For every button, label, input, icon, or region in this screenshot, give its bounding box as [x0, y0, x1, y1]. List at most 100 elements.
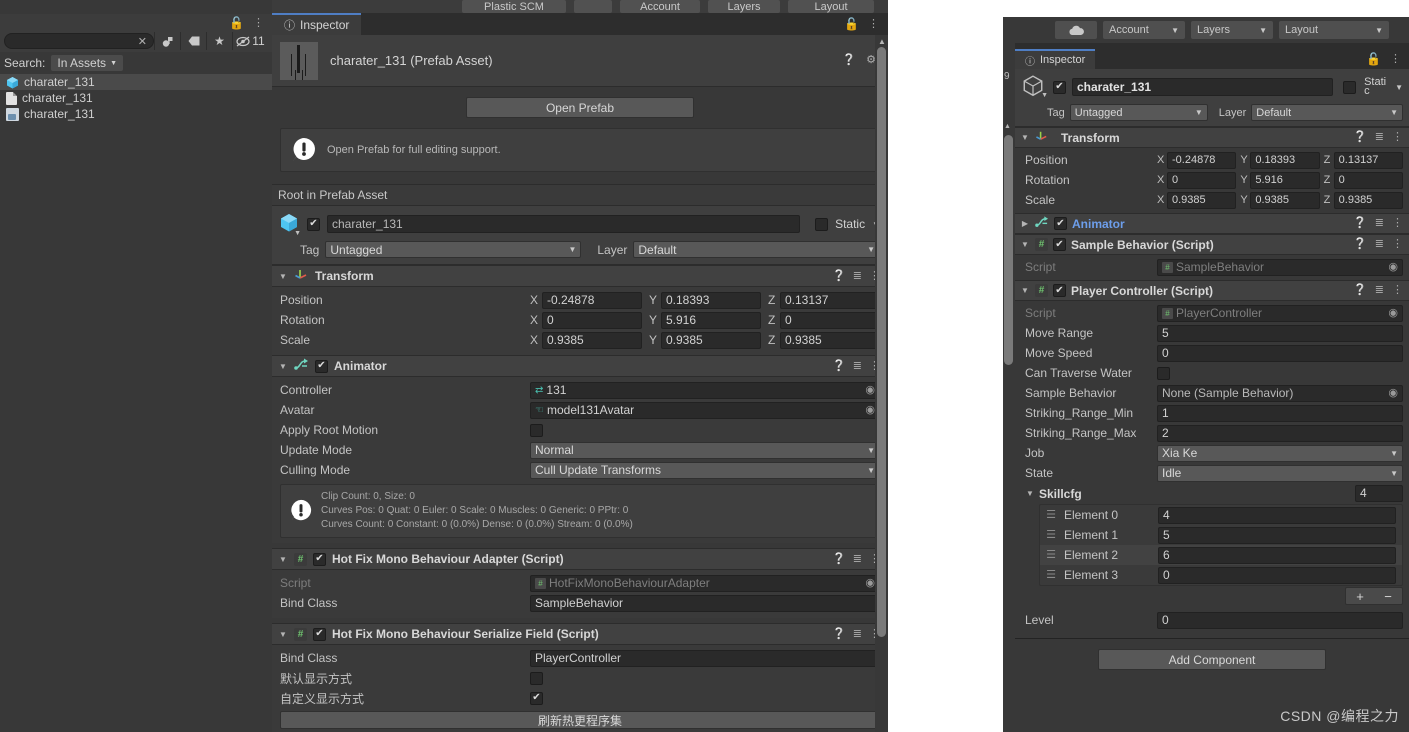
scroll-up-arrow-icon[interactable]: ▲	[1004, 123, 1014, 131]
add-component-button[interactable]: Add Component	[1098, 649, 1326, 670]
kebab-menu-icon[interactable]: ⋮	[868, 18, 879, 30]
bind-class-input[interactable]: PlayerController	[530, 649, 880, 667]
position-y-input[interactable]: 0.18393	[1250, 151, 1320, 169]
layer-dropdown[interactable]: Default ▼	[633, 241, 880, 258]
gameobject-name-input[interactable]: charater_131	[1072, 78, 1334, 96]
foldout-arrow-icon[interactable]: ▶	[1020, 219, 1030, 228]
hidden-eye-icon[interactable]: 11	[232, 32, 268, 50]
array-element-input[interactable]: 0	[1158, 566, 1396, 584]
preset-icon[interactable]: ≣	[1375, 285, 1384, 296]
layout-dropdown[interactable]: Layout ▼	[1279, 21, 1389, 39]
component-enabled-checkbox[interactable]	[315, 359, 328, 373]
component-enabled-checkbox[interactable]	[1053, 284, 1066, 297]
component-header-sample-behavior[interactable]: ▼ # Sample Behavior (Script) ❔ ≣ ⋮	[1015, 234, 1409, 255]
move-speed-input[interactable]: 0	[1157, 344, 1403, 362]
component-header-transform[interactable]: ▼ Transform ❔ ≣ ⋮	[1015, 127, 1409, 148]
component-enabled-checkbox[interactable]	[313, 552, 326, 566]
drag-handle-icon[interactable]: ☰	[1044, 569, 1058, 581]
static-checkbox[interactable]	[1343, 80, 1357, 94]
gameobject-name-input[interactable]: charater_131	[327, 215, 801, 233]
help-icon[interactable]: ❔	[1353, 285, 1367, 296]
drag-handle-icon[interactable]: ☰	[1044, 529, 1058, 541]
tab-inspector[interactable]: ⓘ Inspector	[1015, 49, 1096, 69]
rotation-z-input[interactable]: 0	[780, 311, 880, 329]
array-header-skillcfg[interactable]: ▼ Skillcfg 4	[1015, 483, 1409, 504]
scroll-up-arrow-icon[interactable]: ▲	[878, 37, 886, 46]
rotation-y-input[interactable]: 5.916	[1250, 171, 1320, 189]
scale-z-input[interactable]: 0.9385	[780, 331, 880, 349]
search-input[interactable]: ✕	[4, 33, 154, 49]
scrollbar-thumb[interactable]	[877, 47, 886, 637]
position-z-input[interactable]: 0.13137	[1333, 151, 1403, 169]
default-display-mode-checkbox[interactable]	[530, 671, 543, 685]
object-picker-icon[interactable]: ◉	[865, 403, 875, 418]
array-add-element-button[interactable]: +	[1346, 588, 1374, 604]
layers-dropdown[interactable]: Layers ▼	[1191, 21, 1273, 39]
component-enabled-checkbox[interactable]	[1053, 238, 1066, 251]
cloud-button[interactable]	[1055, 21, 1097, 39]
can-traverse-water-checkbox[interactable]	[1157, 366, 1170, 380]
chevron-down-icon[interactable]: ▼	[294, 230, 301, 237]
kebab-menu-icon[interactable]: ⋮	[1392, 285, 1403, 296]
foldout-arrow-icon[interactable]: ▼	[1020, 286, 1030, 295]
array-element-row[interactable]: ☰ Element 3 0	[1040, 565, 1402, 585]
tag-dropdown[interactable]: Untagged ▼	[325, 241, 582, 258]
rotation-y-input[interactable]: 5.916	[661, 311, 761, 329]
component-header-hotfix-adapter[interactable]: ▼ # Hot Fix Mono Behaviour Adapter (Scri…	[272, 548, 888, 570]
move-range-input[interactable]: 5	[1157, 324, 1403, 342]
help-icon[interactable]: ❔	[1353, 239, 1367, 250]
lock-open-icon[interactable]: 🔓	[1366, 53, 1381, 65]
rotation-z-input[interactable]: 0	[1333, 171, 1403, 189]
array-element-input[interactable]: 5	[1158, 526, 1396, 544]
refresh-hotfix-assembly-button[interactable]: 刷新热更程序集	[280, 711, 880, 729]
striking-range-min-input[interactable]: 1	[1157, 404, 1403, 422]
layer-dropdown[interactable]: Default ▼	[1251, 104, 1403, 121]
toolbar-plastic-scm-button[interactable]: Plastic SCM	[462, 0, 566, 13]
help-icon[interactable]: ❔	[832, 628, 846, 640]
culling-mode-dropdown[interactable]: Cull Update Transforms ▼	[530, 461, 880, 479]
lock-open-icon[interactable]: 🔓	[229, 17, 244, 29]
scale-y-input[interactable]: 0.9385	[661, 331, 761, 349]
favorite-star-icon[interactable]: ★	[206, 32, 232, 50]
static-checkbox[interactable]	[815, 217, 829, 231]
array-element-input[interactable]: 4	[1158, 506, 1396, 524]
help-icon[interactable]: ❔	[1353, 218, 1367, 229]
bind-class-input[interactable]: SampleBehavior	[530, 594, 880, 612]
preset-icon[interactable]: ≣	[1375, 218, 1384, 229]
tab-inspector[interactable]: ⓘ Inspector	[272, 13, 362, 35]
inspector-scrollbar[interactable]: ▲	[875, 35, 888, 732]
update-mode-dropdown[interactable]: Normal ▼	[530, 441, 880, 459]
array-size-input[interactable]: 4	[1355, 485, 1403, 502]
list-item[interactable]: charater_131	[0, 90, 272, 106]
controller-object-field[interactable]: ⇄ 131 ◉	[530, 381, 880, 399]
kebab-menu-icon[interactable]: ⋮	[1390, 53, 1401, 65]
tag-dropdown[interactable]: Untagged ▼	[1069, 104, 1208, 121]
scale-z-input[interactable]: 0.9385	[1333, 191, 1403, 209]
avatar-object-field[interactable]: ☜ model131Avatar ◉	[530, 401, 880, 419]
lock-open-icon[interactable]: 🔓	[844, 18, 859, 30]
open-prefab-button[interactable]: Open Prefab	[466, 97, 694, 118]
foldout-arrow-icon[interactable]: ▼	[278, 272, 288, 281]
scale-x-input[interactable]: 0.9385	[1167, 191, 1237, 209]
static-dropdown-arrow[interactable]: ▼	[1395, 83, 1403, 92]
scale-x-input[interactable]: 0.9385	[542, 331, 642, 349]
preset-icon[interactable]: ≣	[853, 270, 862, 282]
help-icon[interactable]: ❔	[1353, 132, 1367, 143]
position-z-input[interactable]: 0.13137	[780, 291, 880, 309]
foldout-arrow-icon[interactable]: ▼	[1020, 240, 1030, 249]
background-scrollbar-thumb[interactable]	[1004, 135, 1013, 365]
foldout-arrow-icon[interactable]: ▼	[278, 555, 288, 564]
striking-range-max-input[interactable]: 2	[1157, 424, 1403, 442]
array-element-row[interactable]: ☰ Element 1 5	[1040, 525, 1402, 545]
label-icon[interactable]	[180, 32, 206, 50]
kebab-menu-icon[interactable]: ⋮	[1392, 132, 1403, 143]
scale-y-input[interactable]: 0.9385	[1250, 191, 1320, 209]
component-header-animator[interactable]: ▼ Animator ❔ ≣ ⋮	[272, 355, 888, 377]
preset-icon[interactable]: ≣	[1375, 132, 1384, 143]
list-item[interactable]: charater_131	[0, 106, 272, 122]
position-y-input[interactable]: 0.18393	[661, 291, 761, 309]
position-x-input[interactable]: -0.24878	[1167, 151, 1237, 169]
asset-filter-icon[interactable]	[154, 32, 180, 50]
foldout-arrow-icon[interactable]: ▼	[278, 630, 288, 639]
state-dropdown[interactable]: Idle ▼	[1157, 464, 1403, 482]
